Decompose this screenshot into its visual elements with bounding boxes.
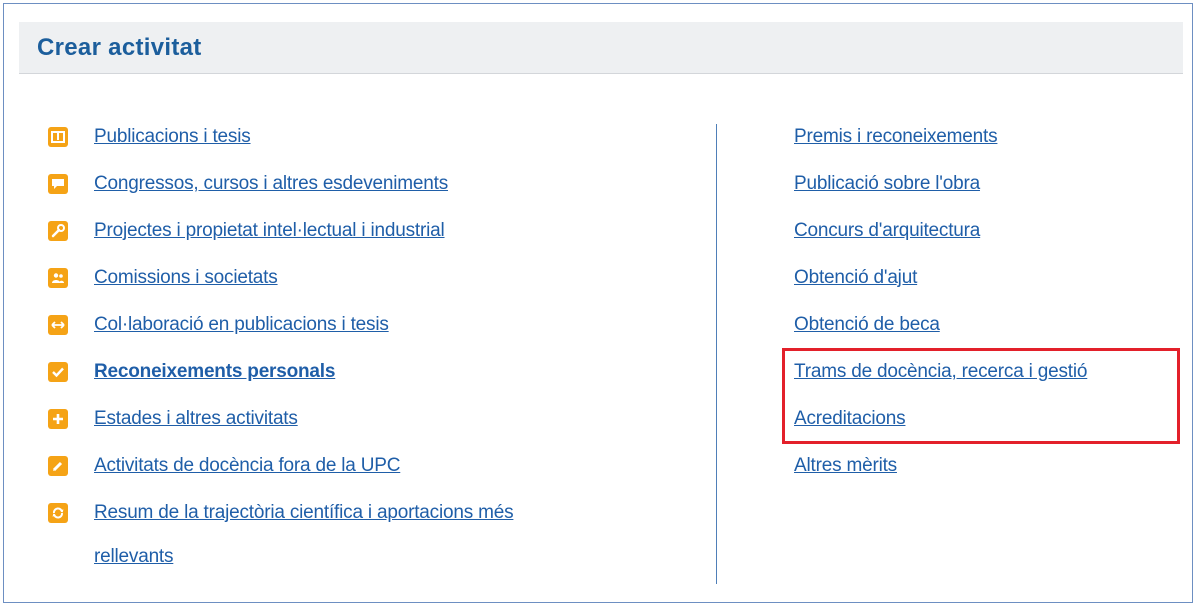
people-icon <box>48 268 68 288</box>
subcategory-link-altres-merits[interactable]: Altres mèrits <box>794 455 897 477</box>
panel-header: Crear activitat <box>19 22 1183 74</box>
category-item-resum-trajectoria-cont[interactable]: rellevants <box>48 537 688 584</box>
subcategory-item[interactable]: Obtenció de beca <box>794 302 1194 349</box>
category-link[interactable]: Estades i altres activitats <box>94 408 298 430</box>
category-item-estades[interactable]: Estades i altres activitats <box>48 396 688 443</box>
subcategory-item[interactable]: Altres mèrits <box>794 443 1194 490</box>
speech-bubble-icon <box>48 174 68 194</box>
highlight-box <box>782 348 1180 444</box>
category-link-selected[interactable]: Reconeixements personals <box>94 361 335 383</box>
wrench-icon <box>48 221 68 241</box>
pencil-icon <box>48 456 68 476</box>
category-item-activitats-docencia[interactable]: Activitats de docència fora de la UPC <box>48 443 688 490</box>
subcategory-item[interactable]: Publicació sobre l'obra <box>794 161 1194 208</box>
category-item-comissions[interactable]: Comissions i societats <box>48 255 688 302</box>
checkmark-icon <box>48 362 68 382</box>
category-link[interactable]: Publicacions i tesis <box>94 126 251 148</box>
subcategory-link-premis[interactable]: Premis i reconeixements <box>794 126 998 148</box>
category-link[interactable]: Resum de la trajectòria científica i apo… <box>94 502 514 524</box>
category-link[interactable]: Comissions i societats <box>94 267 278 289</box>
subcategory-item[interactable]: Premis i reconeixements <box>794 114 1194 161</box>
category-link-continuation[interactable]: rellevants <box>94 546 174 568</box>
page-title: Crear activitat <box>37 34 202 61</box>
category-list: Publicacions i tesis Congressos, cursos … <box>48 114 688 584</box>
subcategory-link-ajut[interactable]: Obtenció d'ajut <box>794 267 917 289</box>
category-item-collaboracio[interactable]: Col·laboració en publicacions i tesis <box>48 302 688 349</box>
subcategory-link-publicacio-obra[interactable]: Publicació sobre l'obra <box>794 173 980 195</box>
subcategory-item[interactable]: Obtenció d'ajut <box>794 255 1194 302</box>
subcategory-link-beca[interactable]: Obtenció de beca <box>794 314 940 336</box>
category-item-publicacions[interactable]: Publicacions i tesis <box>48 114 688 161</box>
subcategory-link-concurs[interactable]: Concurs d'arquitectura <box>794 220 980 242</box>
category-item-reconeixements-selected[interactable]: Reconeixements personals <box>48 349 688 396</box>
book-icon <box>48 127 68 147</box>
plus-icon <box>48 409 68 429</box>
category-item-congressos[interactable]: Congressos, cursos i altres esdeveniment… <box>48 161 688 208</box>
arrows-horizontal-icon <box>48 315 68 335</box>
category-link[interactable]: Congressos, cursos i altres esdeveniment… <box>94 173 448 195</box>
category-link[interactable]: Activitats de docència fora de la UPC <box>94 455 400 477</box>
category-link[interactable]: Projectes i propietat intel·lectual i in… <box>94 220 445 242</box>
category-link[interactable]: Col·laboració en publicacions i tesis <box>94 314 389 336</box>
column-divider <box>716 124 717 584</box>
cycle-icon <box>48 503 68 523</box>
category-item-resum-trajectoria[interactable]: Resum de la trajectòria científica i apo… <box>48 490 688 537</box>
category-item-projectes[interactable]: Projectes i propietat intel·lectual i in… <box>48 208 688 255</box>
subcategory-item[interactable]: Concurs d'arquitectura <box>794 208 1194 255</box>
